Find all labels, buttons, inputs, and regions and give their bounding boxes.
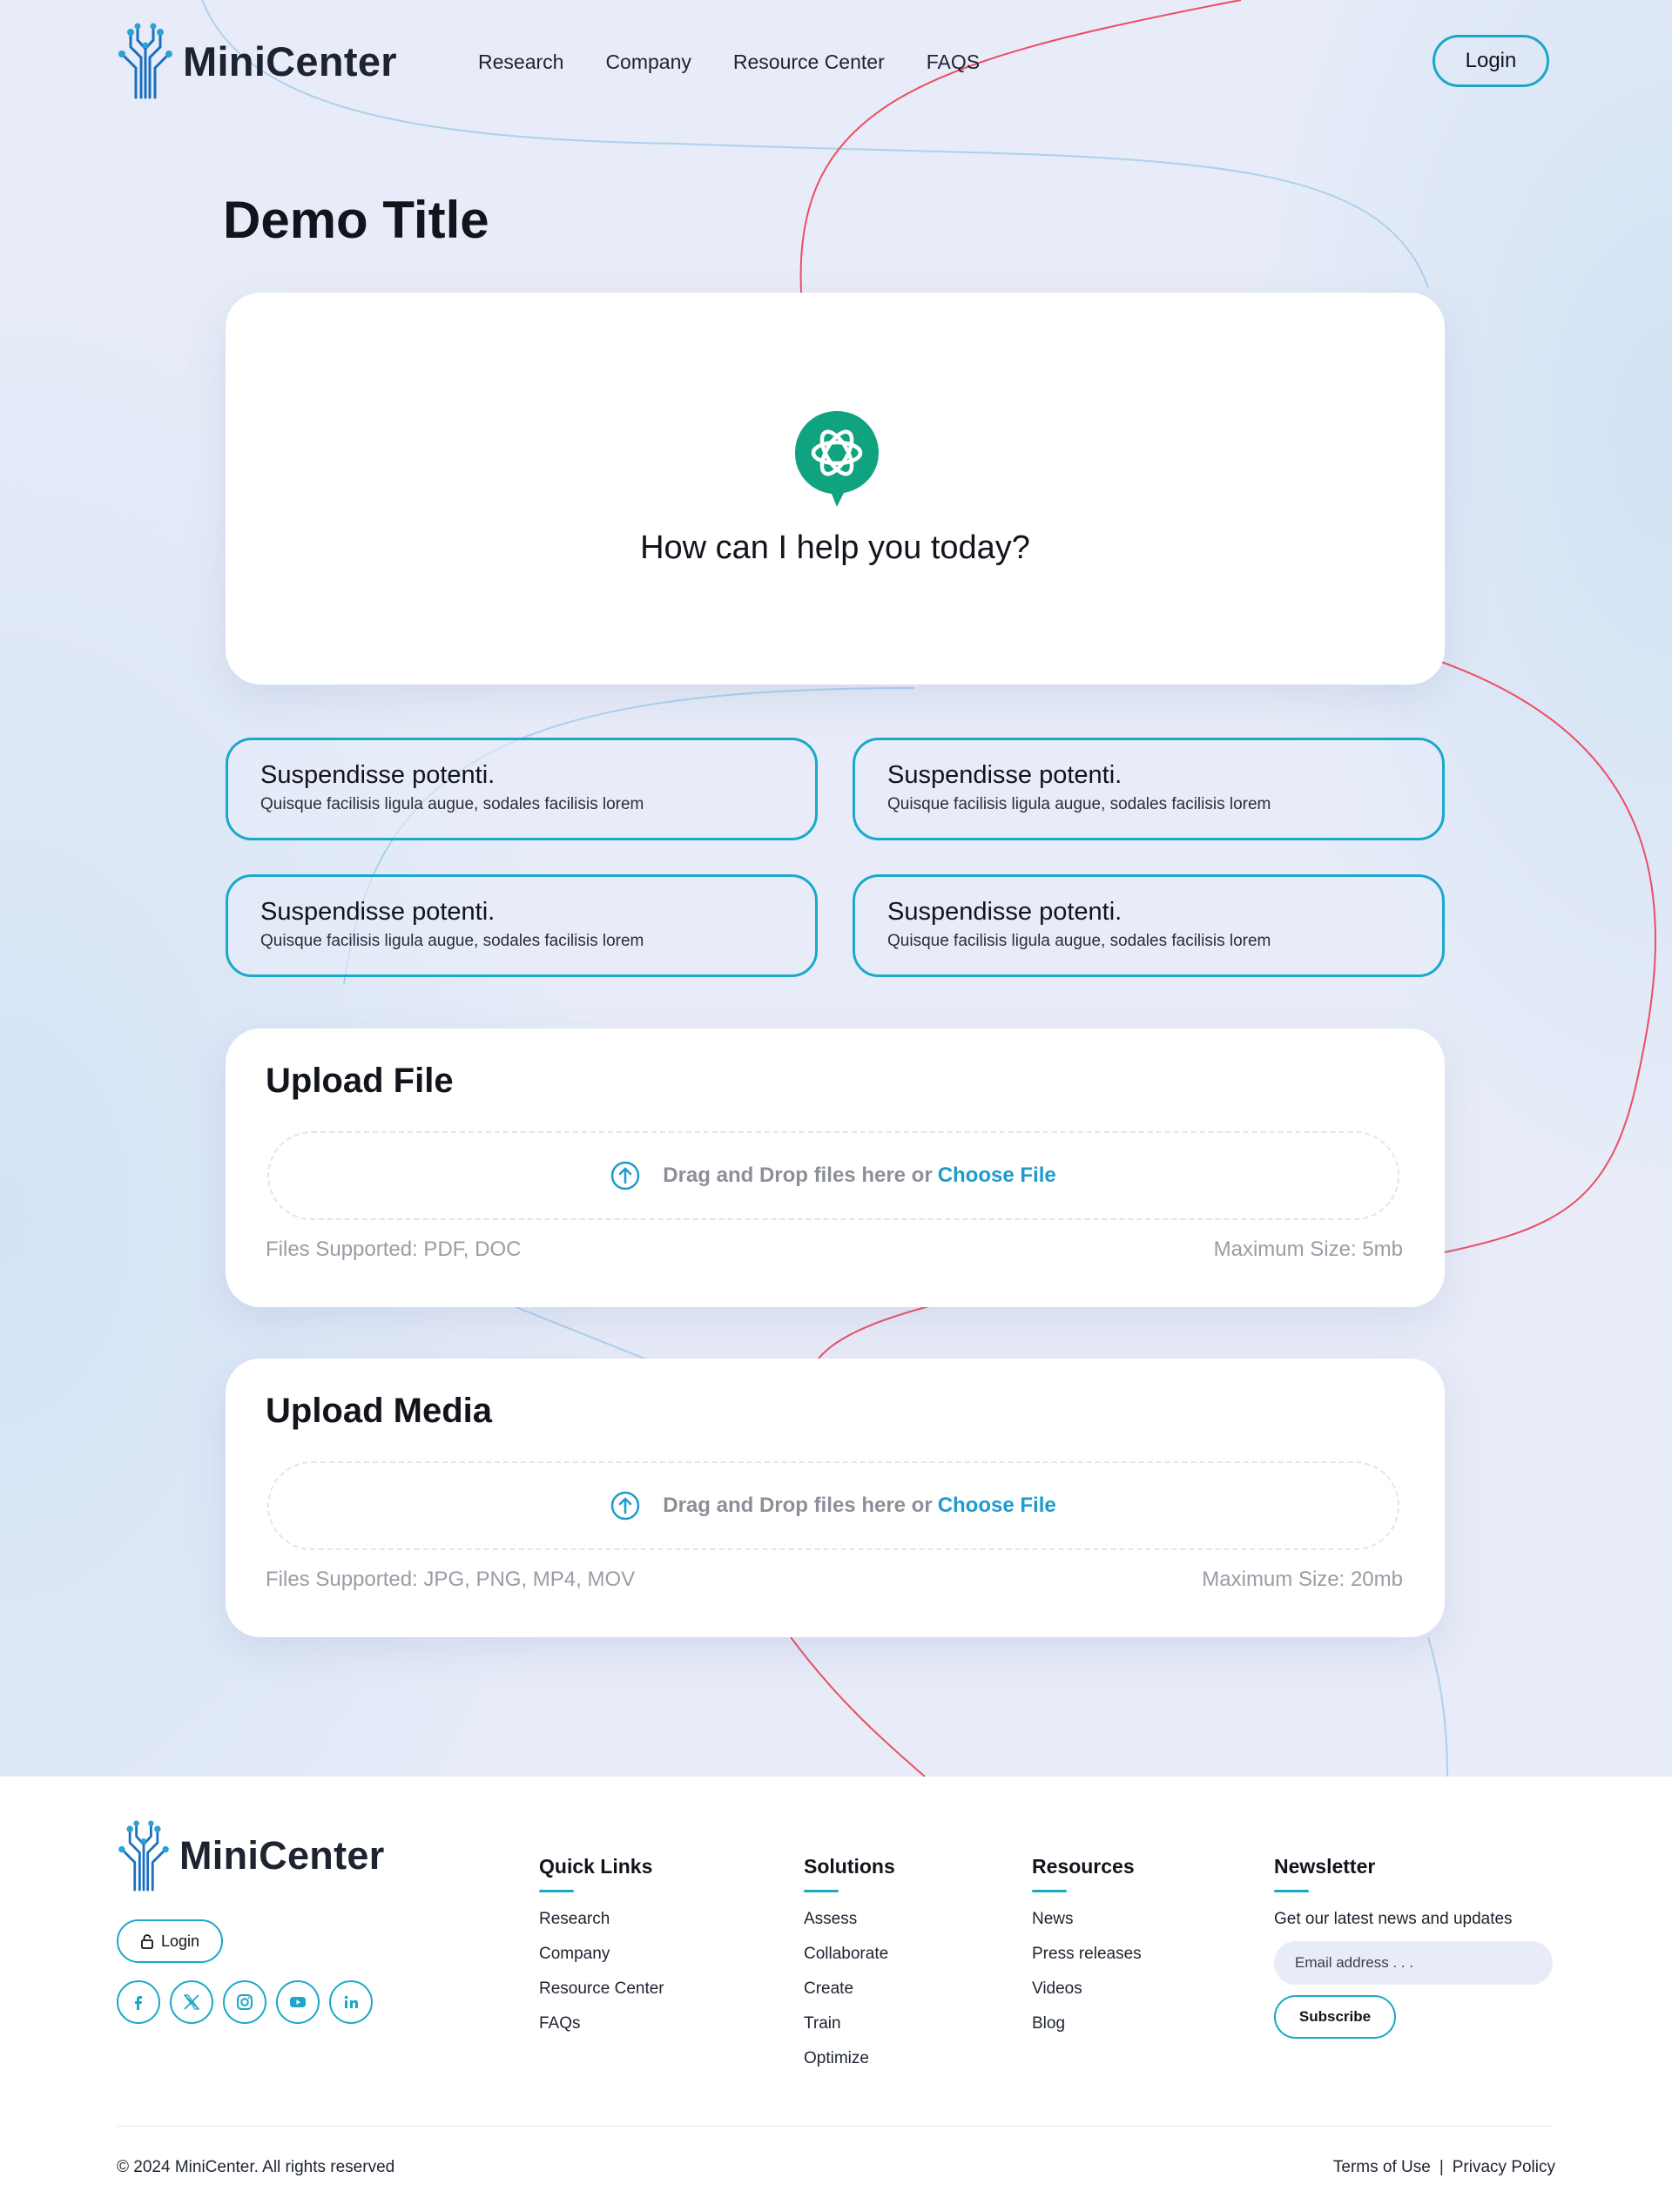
social-links — [117, 1980, 373, 2024]
header-logo[interactable]: MiniCenter — [117, 23, 397, 99]
footer-link-faqs[interactable]: FAQs — [539, 2014, 664, 2033]
nav-item-company[interactable]: Company — [605, 51, 691, 74]
footer-link-videos[interactable]: Videos — [1032, 1979, 1142, 1999]
choose-file-link[interactable]: Choose File — [938, 1494, 1056, 1517]
footer-link-blog[interactable]: Blog — [1032, 2014, 1142, 2033]
supported-formats: Files Supported: PDF, DOC — [266, 1238, 522, 1261]
upload-arrow-icon — [611, 1161, 640, 1190]
legal-links: Terms of Use | Privacy Policy — [1333, 2158, 1555, 2177]
tree-logo-icon — [118, 23, 172, 99]
footer-column-title: Solutions — [804, 1855, 895, 1878]
subscribe-button[interactable]: Subscribe — [1274, 1995, 1396, 2039]
suggestion-subtitle: Quisque facilisis ligula augue, sodales … — [887, 932, 1271, 950]
footer-link-optimize[interactable]: Optimize — [804, 2049, 895, 2068]
suggestion-title: Suspendisse potenti. — [260, 898, 496, 926]
dropzone-text: Drag and Drop files here or — [663, 1163, 933, 1187]
footer-link-collaborate[interactable]: Collaborate — [804, 1945, 895, 1964]
login-button[interactable]: Login — [1433, 35, 1549, 87]
suggestion-card-1[interactable]: Suspendisse potenti. Quisque facilisis l… — [226, 738, 818, 840]
main-nav: Research Company Resource Center FAQS — [478, 51, 980, 74]
upload-file-card: Upload File Drag and Drop files here or C… — [226, 1028, 1445, 1307]
x-icon[interactable] — [170, 1980, 213, 2024]
logo-text: MiniCenter — [179, 1833, 385, 1878]
footer-link-research[interactable]: Research — [539, 1910, 664, 1929]
terms-link[interactable]: Terms of Use — [1333, 2158, 1431, 2177]
suggestion-subtitle: Quisque facilisis ligula augue, sodales … — [887, 795, 1271, 813]
footer-link-create[interactable]: Create — [804, 1979, 895, 1999]
footer-login-button[interactable]: Login — [117, 1919, 223, 1963]
facebook-icon[interactable] — [117, 1980, 160, 2024]
footer-link-news[interactable]: News — [1032, 1910, 1142, 1929]
media-dropzone[interactable]: Drag and Drop files here or Choose File — [267, 1461, 1399, 1550]
suggestion-card-4[interactable]: Suspendisse potenti. Quisque facilisis l… — [853, 874, 1445, 977]
file-dropzone[interactable]: Drag and Drop files here or Choose File — [267, 1131, 1399, 1220]
suggestion-title: Suspendisse potenti. — [887, 761, 1123, 789]
upload-file-title: Upload File — [266, 1062, 454, 1100]
suggestion-card-3[interactable]: Suspendisse potenti. Quisque facilisis l… — [226, 874, 818, 977]
legal-separator: | — [1439, 2158, 1444, 2176]
tree-logo-icon — [118, 1820, 169, 1892]
logo-text: MiniCenter — [183, 37, 397, 84]
newsletter-text: Get our latest news and updates — [1274, 1910, 1513, 1928]
accent-divider — [1032, 1890, 1067, 1892]
footer-link-resource-center[interactable]: Resource Center — [539, 1979, 664, 1999]
suggestion-subtitle: Quisque facilisis ligula augue, sodales … — [260, 795, 644, 813]
footer-newsletter: Newsletter Get our latest news and updat… — [1274, 1855, 1553, 2039]
max-size: Maximum Size: 5mb — [1213, 1238, 1403, 1261]
dropzone-text: Drag and Drop files here or — [663, 1494, 933, 1517]
nav-item-research[interactable]: Research — [478, 51, 563, 74]
suggestion-title: Suspendisse potenti. — [260, 761, 496, 789]
footer-link-train[interactable]: Train — [804, 2014, 895, 2033]
suggestion-card-2[interactable]: Suspendisse potenti. Quisque facilisis l… — [853, 738, 1445, 840]
suggestion-title: Suspendisse potenti. — [887, 898, 1123, 926]
footer-login-label: Login — [160, 1932, 200, 1950]
footer-link-assess[interactable]: Assess — [804, 1910, 895, 1929]
choose-file-link[interactable]: Choose File — [938, 1163, 1056, 1187]
footer-column-title: Resources — [1032, 1855, 1135, 1878]
accent-divider — [804, 1890, 839, 1892]
footer-divider — [117, 2126, 1554, 2127]
nav-item-resource-center[interactable]: Resource Center — [733, 51, 885, 74]
upload-media-card: Upload Media Drag and Drop files here or… — [226, 1359, 1445, 1637]
openai-chat-icon — [795, 411, 879, 507]
email-input[interactable] — [1274, 1941, 1553, 1985]
upload-media-title: Upload Media — [266, 1392, 493, 1430]
footer-solutions: Solutions Assess Collaborate Create Trai… — [804, 1855, 895, 2084]
footer-column-title: Quick Links — [539, 1855, 653, 1878]
footer-logo[interactable]: MiniCenter — [117, 1820, 385, 1892]
hero-prompt: How can I help you today? — [640, 529, 1030, 566]
footer-link-press-releases[interactable]: Press releases — [1032, 1945, 1142, 1964]
footer: MiniCenter Login Quick Links Research Co — [0, 1777, 1672, 2212]
copyright: © 2024 MiniCenter. All rights reserved — [117, 2158, 395, 2176]
page-title: Demo Title — [223, 191, 489, 249]
footer-link-company[interactable]: Company — [539, 1945, 664, 1964]
accent-divider — [539, 1890, 574, 1892]
accent-divider — [1274, 1890, 1309, 1892]
lock-icon — [141, 1934, 153, 1949]
privacy-link[interactable]: Privacy Policy — [1453, 2158, 1555, 2177]
chat-hero-card: How can I help you today? — [226, 293, 1445, 685]
max-size: Maximum Size: 20mb — [1202, 1568, 1403, 1591]
linkedin-icon[interactable] — [329, 1980, 373, 2024]
footer-quick-links: Quick Links Research Company Resource Ce… — [539, 1855, 664, 2049]
supported-formats: Files Supported: JPG, PNG, MP4, MOV — [266, 1568, 636, 1591]
nav-item-faqs[interactable]: FAQS — [927, 51, 980, 74]
instagram-icon[interactable] — [223, 1980, 266, 2024]
youtube-icon[interactable] — [276, 1980, 320, 2024]
upload-arrow-icon — [611, 1491, 640, 1521]
footer-resources: Resources News Press releases Videos Blo… — [1032, 1855, 1142, 2049]
suggestion-subtitle: Quisque facilisis ligula augue, sodales … — [260, 932, 644, 950]
footer-column-title: Newsletter — [1274, 1855, 1376, 1878]
